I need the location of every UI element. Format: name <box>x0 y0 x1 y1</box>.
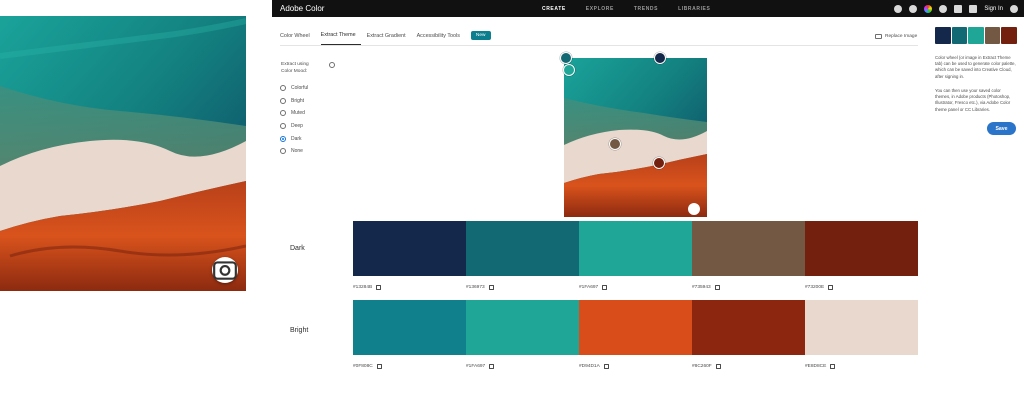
hex-label: #1FA697 <box>579 285 599 290</box>
radio-icon[interactable] <box>280 85 286 92</box>
copy-icon[interactable] <box>830 364 836 369</box>
tab-divider <box>280 45 918 46</box>
mood-radio-group: Colorful Bright Muted Deep Dark None <box>280 82 308 158</box>
top-bar: Adobe Color CREATE EXPLORE TRENDS LIBRAR… <box>272 0 1024 17</box>
hex-label: #E8D8CE <box>805 364 827 369</box>
copy-icon[interactable] <box>376 285 382 290</box>
nav-create[interactable]: CREATE <box>542 6 566 12</box>
swatch-row-bright <box>353 300 918 355</box>
hex-label: #1FA697 <box>466 364 486 369</box>
swatch-bright-2[interactable] <box>466 300 579 355</box>
top-nav: CREATE EXPLORE TRENDS LIBRARIES <box>542 0 710 17</box>
save-button[interactable]: Save <box>987 122 1016 135</box>
mood-option-colorful[interactable]: Colorful <box>280 82 308 95</box>
radio-icon[interactable] <box>280 148 286 155</box>
mood-label: Extract using Color Mood: <box>281 62 309 74</box>
hex-row-dark: #13284B #136973 #1FA697 #735943 #73200E <box>353 285 918 290</box>
radio-icon[interactable] <box>280 97 286 104</box>
tab-accessibility-tools[interactable]: Accessibility Tools <box>417 31 465 45</box>
replace-image-button[interactable]: Replace Image <box>875 34 917 39</box>
side-help-text-1: Color wheel (or image in Extract Theme t… <box>935 55 1016 79</box>
color-picker-3[interactable] <box>654 52 666 64</box>
copy-icon[interactable] <box>376 364 382 369</box>
tab-color-wheel[interactable]: Color Wheel <box>280 31 315 45</box>
swatch-dark-1[interactable] <box>353 221 466 276</box>
mini-swatch-2 <box>951 27 968 44</box>
hex-label: #13284B <box>353 285 373 290</box>
photo-image <box>0 16 246 291</box>
swatch-bright-5[interactable] <box>805 300 918 355</box>
contrast-icon[interactable] <box>909 4 918 13</box>
swatch-dark-5[interactable] <box>805 221 918 276</box>
image-icon <box>875 34 882 39</box>
radio-icon[interactable] <box>280 110 286 117</box>
replace-image-label: Replace Image <box>885 34 918 39</box>
tab-extract-theme[interactable]: Extract Theme <box>320 30 361 45</box>
adobe-color-app: Adobe Color CREATE EXPLORE TRENDS LIBRAR… <box>272 0 1024 404</box>
mood-option-bright[interactable]: Bright <box>280 95 308 108</box>
screenshot-root: Adobe Color CREATE EXPLORE TRENDS LIBRAR… <box>0 0 1024 404</box>
info-icon[interactable] <box>329 62 335 68</box>
copy-icon[interactable] <box>489 364 495 369</box>
swatch-dark-2[interactable] <box>466 221 579 276</box>
mood-option-deep[interactable]: Deep <box>280 120 308 133</box>
camera-icon[interactable] <box>212 257 238 283</box>
source-photo <box>0 16 246 291</box>
color-picker-4[interactable] <box>609 138 621 150</box>
color-picker-1[interactable] <box>560 52 572 64</box>
sign-in-link[interactable]: Sign In <box>984 6 1003 12</box>
theme-image-graphic <box>564 58 707 217</box>
copy-icon[interactable] <box>488 285 494 290</box>
color-picker-2[interactable] <box>563 64 575 76</box>
radio-icon[interactable] <box>280 123 286 130</box>
copy-icon[interactable] <box>714 285 720 290</box>
hex-label: #8C260F <box>692 364 712 369</box>
nav-explore[interactable]: EXPLORE <box>586 6 614 12</box>
color-wheel-icon[interactable] <box>924 4 933 13</box>
chat-icon[interactable] <box>969 4 978 13</box>
hex-label: #73200E <box>805 285 825 290</box>
swatch-bright-4[interactable] <box>692 300 805 355</box>
radio-checked-icon[interactable] <box>280 135 286 142</box>
hex-row-bright: #0F808C #1FA697 #D94D1A #8C260F #E8D8CE <box>353 364 918 369</box>
swatch-bright-3[interactable] <box>579 300 692 355</box>
copy-icon[interactable] <box>715 364 721 369</box>
theme-image <box>564 58 707 217</box>
hex-label: #735943 <box>692 285 711 290</box>
swatch-dark-4[interactable] <box>692 221 805 276</box>
app-title[interactable]: Adobe Color <box>280 4 324 13</box>
nav-trends[interactable]: TRENDS <box>634 6 658 12</box>
nav-libraries[interactable]: LIBRARIES <box>678 6 710 12</box>
tab-extract-gradient[interactable]: Extract Gradient <box>367 31 411 45</box>
help-icon[interactable] <box>939 4 948 13</box>
eye-icon[interactable] <box>1010 4 1018 13</box>
side-help-text-2: You can then use your saved color themes… <box>935 88 1011 112</box>
saved-palette-preview <box>935 27 1017 44</box>
hex-label: #0F808C <box>353 364 373 369</box>
mini-swatch-3 <box>968 27 984 44</box>
copy-icon[interactable] <box>602 285 608 290</box>
swatch-row-dark <box>353 221 918 276</box>
mood-option-muted[interactable]: Muted <box>280 107 308 120</box>
settings-icon[interactable] <box>894 4 903 13</box>
tab-bar: Color Wheel Extract Theme Extract Gradie… <box>280 30 491 45</box>
notes-icon[interactable] <box>954 4 963 13</box>
mini-swatch-1 <box>935 27 951 44</box>
swatch-dark-3[interactable] <box>579 221 692 276</box>
mini-swatch-5 <box>1001 27 1017 44</box>
theme-name-bright: Bright <box>290 327 309 334</box>
mini-swatch-4 <box>984 27 1001 44</box>
top-icons: Sign In <box>894 0 1018 17</box>
hex-label: #D94D1A <box>579 364 600 369</box>
mood-option-none[interactable]: None <box>280 145 308 158</box>
theme-name-dark: Dark <box>290 245 305 252</box>
camera-icon-small[interactable] <box>688 203 700 215</box>
copy-icon[interactable] <box>603 364 609 369</box>
swatch-bright-1[interactable] <box>353 300 466 355</box>
hex-label: #136973 <box>466 285 485 290</box>
new-badge: New <box>470 31 491 40</box>
copy-icon[interactable] <box>828 285 834 290</box>
color-picker-5[interactable] <box>653 157 665 169</box>
mood-option-dark[interactable]: Dark <box>280 132 308 145</box>
